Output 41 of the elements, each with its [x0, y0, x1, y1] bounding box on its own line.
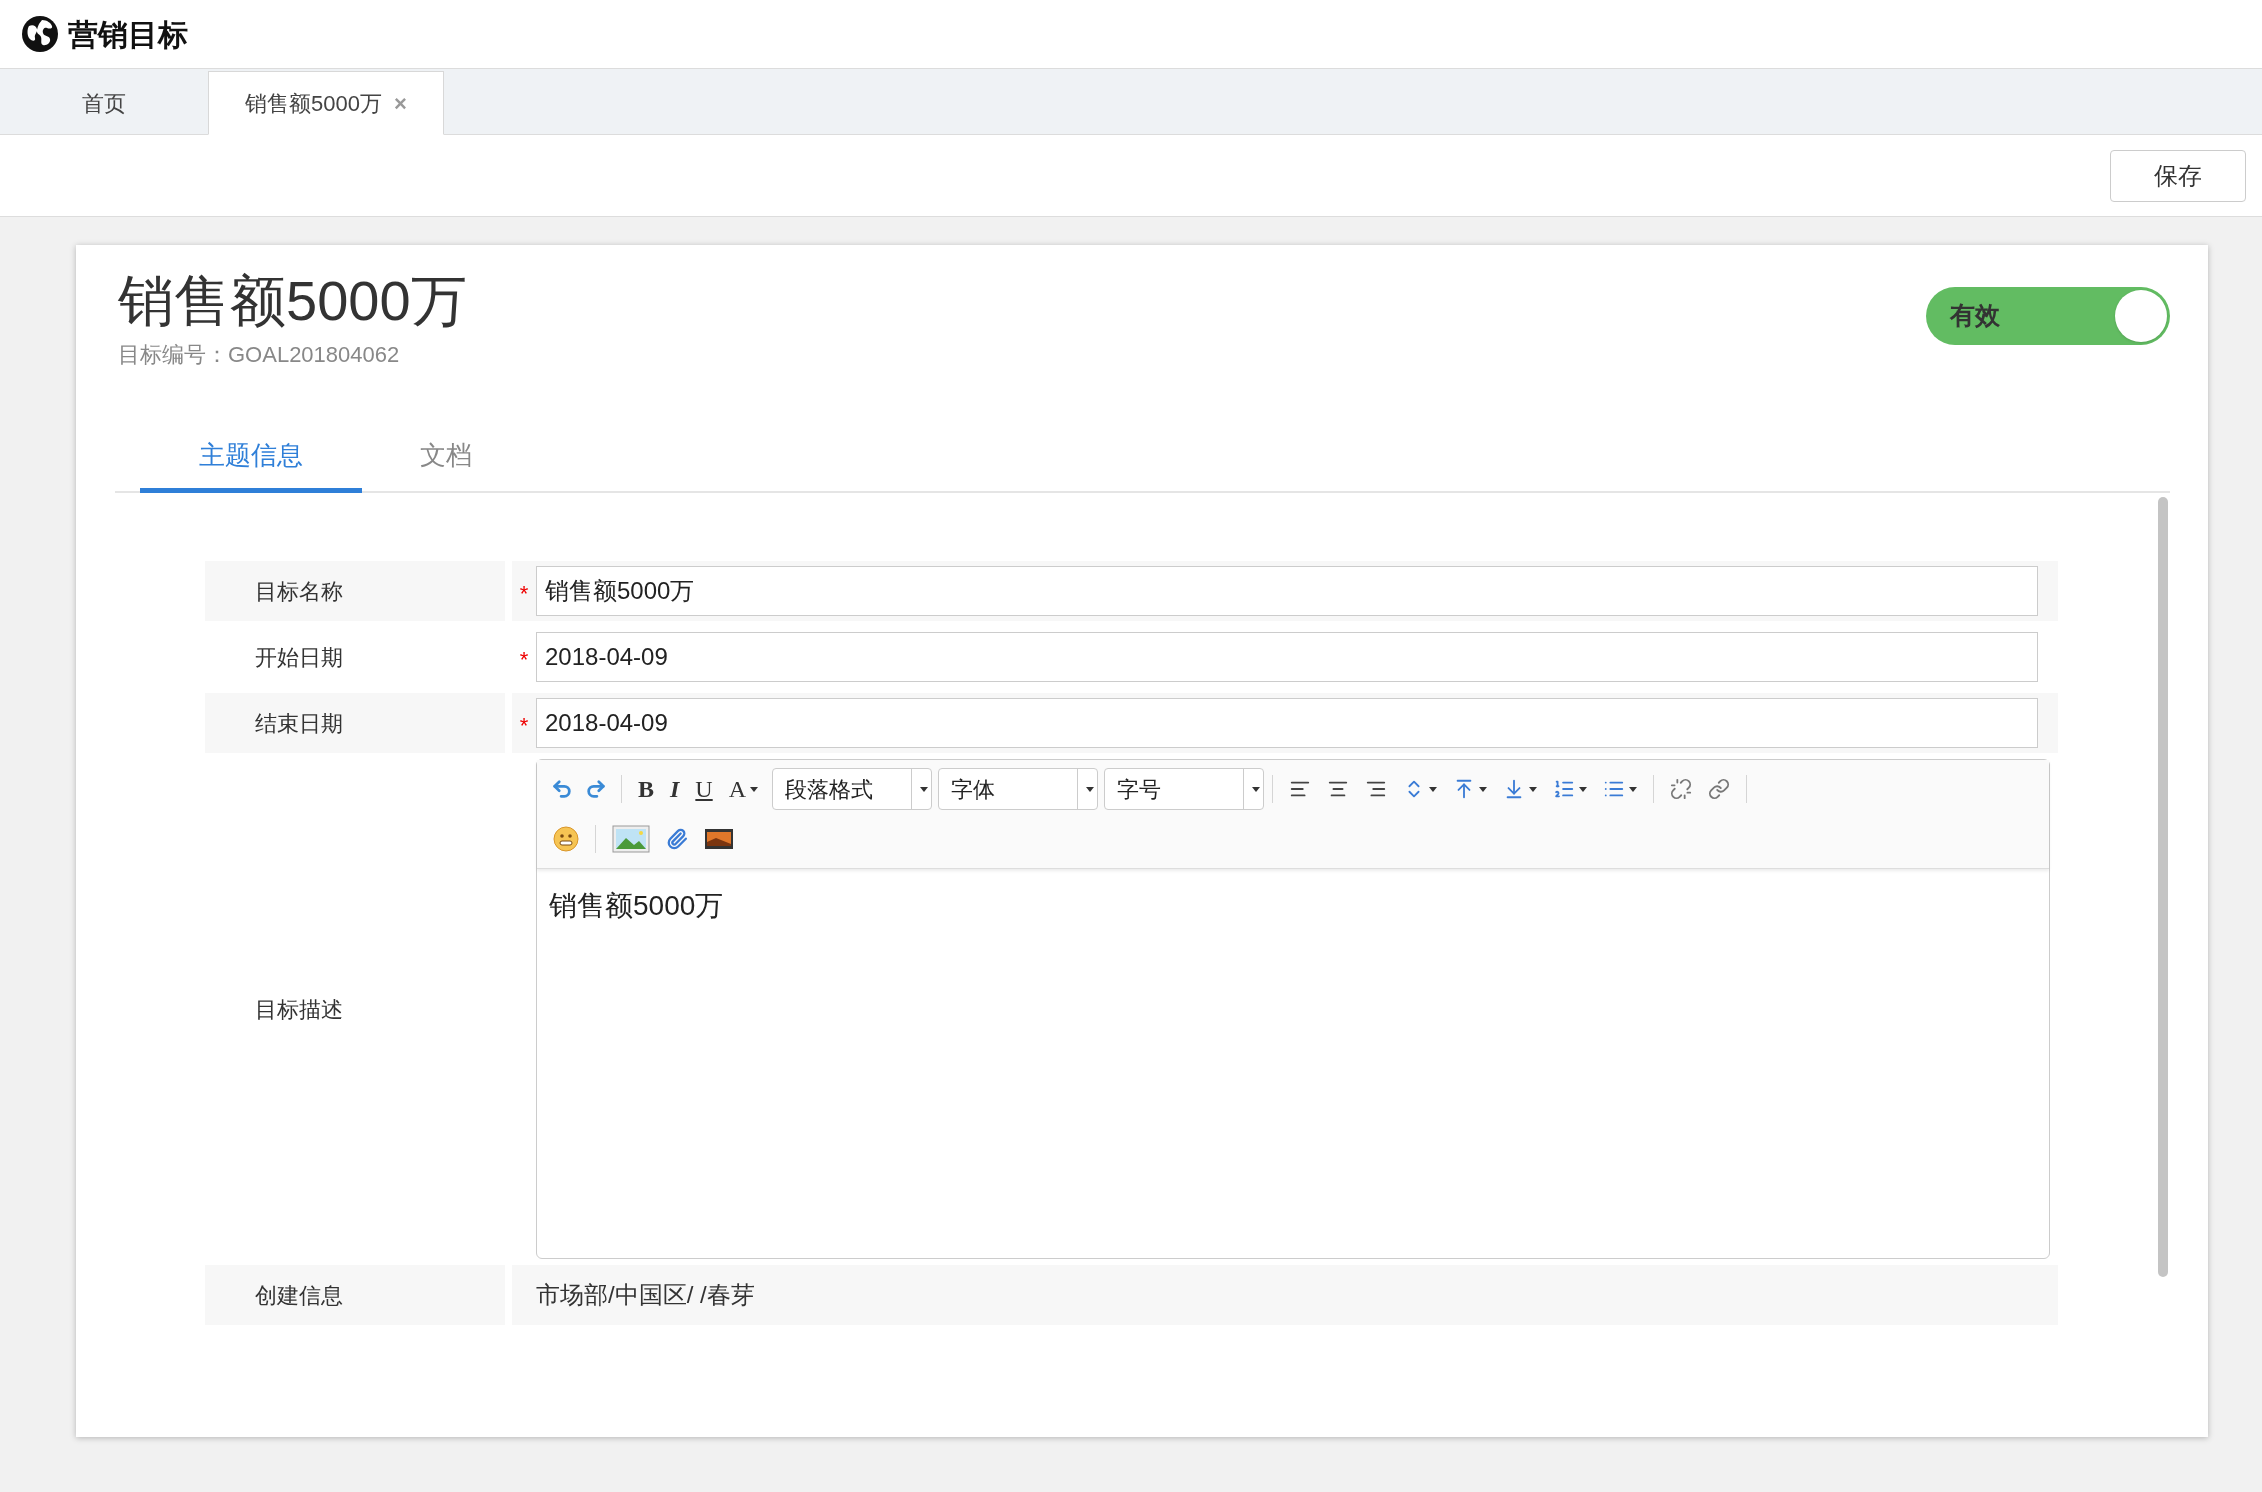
page-tab[interactable]: 销售额5000万 × — [208, 71, 444, 135]
required-mark: * — [519, 712, 529, 741]
caret-icon — [919, 786, 928, 792]
caret-icon — [1629, 786, 1638, 792]
save-button[interactable]: 保存 — [2110, 149, 2246, 202]
scrollbar[interactable] — [2158, 497, 2168, 1278]
caret-icon — [750, 786, 759, 792]
text-field[interactable]: 2018-04-09 — [536, 632, 2038, 683]
rich-text-editor[interactable]: B I U A 段落格式 字体 字号 销售额5000万 — [536, 759, 2050, 1260]
underline-button[interactable]: U — [687, 771, 721, 808]
field-label-cell: 结束日期 — [205, 693, 505, 754]
goal-code: 目标编号：GOAL201804062 — [118, 341, 401, 370]
text-field[interactable]: 2018-04-09 — [536, 698, 2038, 749]
text-field[interactable]: 销售额5000万 — [536, 566, 2038, 617]
globe-icon — [20, 14, 60, 54]
required-mark: * — [519, 580, 529, 609]
field-label-cell-text: 开始日期 — [254, 643, 344, 672]
field-label-cell-text: 目标描述 — [254, 995, 344, 1024]
font-color-button[interactable]: A — [720, 771, 767, 808]
italic-button[interactable]: I — [662, 771, 688, 808]
field-label-cell: 目标名称 — [205, 561, 505, 622]
caret-icon — [1085, 786, 1094, 792]
detail-tab[interactable]: 主题信息 — [140, 423, 362, 494]
toolbar-dropdown[interactable]: 字号 — [1104, 768, 1265, 811]
detail-tab[interactable]: 文档 — [362, 423, 530, 494]
editor-content: 销售额5000万 — [549, 889, 725, 924]
caret-icon — [1479, 786, 1488, 792]
toolbar-dropdown[interactable]: 字体 — [938, 768, 1099, 811]
status-toggle[interactable]: 有效 — [1926, 287, 2170, 345]
goal-title: 销售额5000万 — [118, 268, 467, 334]
creator-info: 市场部/中国区/ /春芽 — [536, 1280, 755, 1311]
bold-button[interactable]: B — [630, 771, 662, 808]
field-label-cell: 创建信息 — [205, 1265, 505, 1326]
caret-icon — [1579, 786, 1588, 792]
required-mark: * — [519, 646, 529, 675]
caret-icon — [1529, 786, 1538, 792]
app-title: 营销目标 — [68, 16, 188, 53]
toolbar-dropdown[interactable]: 段落格式 — [772, 768, 933, 811]
page-tab[interactable]: 首页 — [0, 71, 208, 135]
caret-icon — [1429, 786, 1438, 792]
caret-icon — [1251, 786, 1260, 792]
